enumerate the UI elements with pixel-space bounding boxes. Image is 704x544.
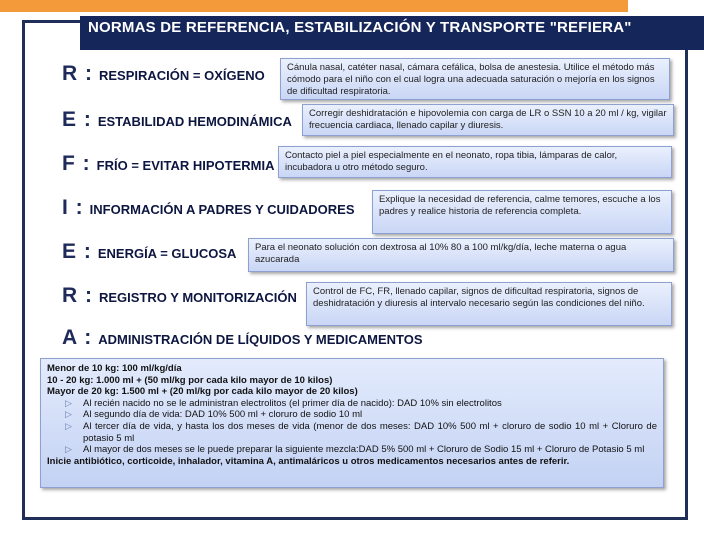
registro-box: Control de FC, FR, llenado capilar, sign… [306, 282, 672, 326]
slide-title: NORMAS DE REFERENCIA, ESTABILIZACIÓN Y T… [88, 19, 632, 36]
row-registro: R : REGISTRO Y MONITORIZACIÓN [62, 284, 297, 308]
fluids-bullet: ▷ Al segundo día de vida: DAD 10% 500 ml … [47, 409, 657, 421]
row-letter: I : [62, 196, 84, 219]
respiracion-box: Cánula nasal, catéter nasal, cámara cefá… [280, 58, 670, 100]
informacion-box: Explique la necesidad de referencia, cal… [372, 190, 672, 234]
triangle-bullet-icon: ▷ [65, 420, 72, 431]
row-energia: E : ENERGÍA = GLUCOSA [62, 240, 236, 264]
row-estabilidad: E : ESTABILIDAD HEMODINÁMICA [62, 108, 292, 132]
fluids-line: Menor de 10 kg: 100 ml/kg/día [47, 363, 182, 374]
row-heading: INFORMACIÓN A PADRES Y CUIDADORES [89, 202, 355, 217]
energia-box: Para el neonato solución con dextrosa al… [248, 238, 674, 272]
bullet-text: Al tercer día de vida, y hasta los dos m… [83, 420, 657, 444]
fluids-bullet: ▷ Al mayor de dos meses se le puede prepa… [47, 444, 657, 456]
fluids-bullet: ▷ Al recién nacido no se le administran e… [47, 398, 657, 410]
fluids-footer: Inicie antibiótico, corticoide, inhalado… [47, 455, 570, 467]
triangle-bullet-icon: ▷ [65, 444, 72, 455]
orange-accent-bar [0, 0, 628, 12]
row-frio: F : FRÍO = EVITAR HIPOTERMIA [62, 152, 274, 176]
frio-box: Contacto piel a piel especialmente en el… [278, 146, 672, 178]
row-respiracion: R : RESPIRACIÓN = OXÍGENO [62, 62, 265, 86]
bullet-text: Al mayor de dos meses se le puede prepar… [83, 444, 645, 456]
row-heading: ESTABILIDAD HEMODINÁMICA [97, 114, 292, 129]
row-letter: R : [62, 284, 93, 307]
row-letter: A : [62, 326, 93, 349]
row-heading: REGISTRO Y MONITORIZACIÓN [99, 290, 297, 305]
bullet-text: Al segundo día de vida: DAD 10% 500 ml +… [83, 409, 363, 421]
fluids-line: Mayor de 20 kg: 1.500 ml + (20 ml/kg por… [47, 386, 358, 398]
fluids-box: Menor de 10 kg: 100 ml/kg/día 10 - 20 kg… [40, 358, 664, 488]
row-letter: F : [62, 152, 91, 175]
row-heading: ENERGÍA = GLUCOSA [97, 246, 237, 261]
triangle-bullet-icon: ▷ [65, 397, 72, 408]
row-letter: R : [62, 62, 93, 85]
row-heading: RESPIRACIÓN = OXÍGENO [99, 68, 265, 83]
row-administracion: A : ADMINISTRACIÓN DE LÍQUIDOS Y MEDICAME… [62, 326, 423, 350]
row-heading: ADMINISTRACIÓN DE LÍQUIDOS Y MEDICAMENTO… [98, 332, 423, 347]
row-heading: FRÍO = EVITAR HIPOTERMIA [96, 158, 275, 173]
row-letter: E : [62, 108, 92, 131]
row-informacion: I : INFORMACIÓN A PADRES Y CUIDADORES [62, 196, 355, 220]
triangle-bullet-icon: ▷ [65, 409, 72, 420]
fluids-line: 10 - 20 kg: 1.000 ml + (50 ml/kg por cad… [47, 374, 333, 386]
bullet-text: Al recién nacido no se le administran el… [83, 397, 502, 409]
fluids-bullet: ▷ Al tercer día de vida, y hasta los dos … [47, 421, 657, 444]
estabilidad-box: Corregir deshidratación e hipovolemia co… [302, 104, 674, 136]
row-letter: E : [62, 240, 92, 263]
